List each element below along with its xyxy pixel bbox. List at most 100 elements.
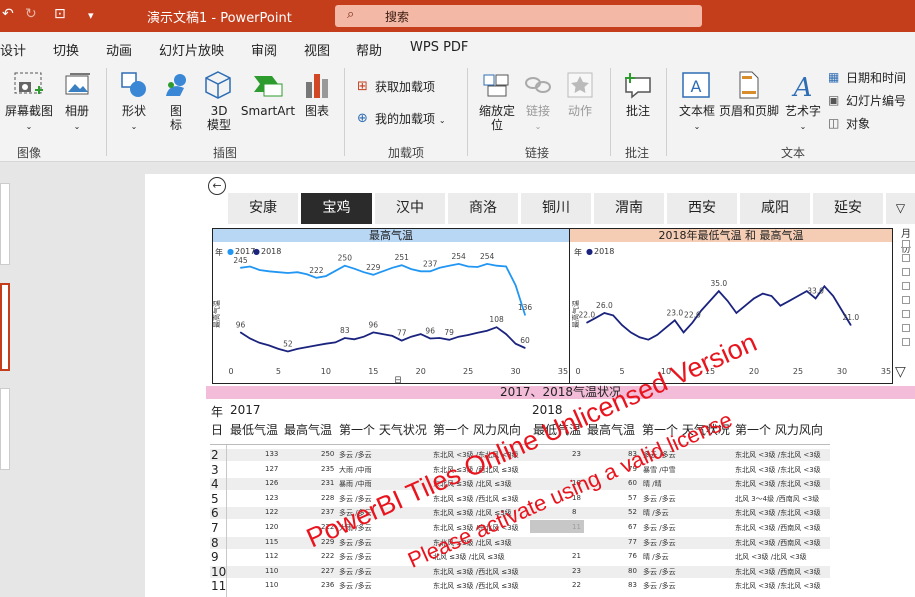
chart-2018-min-max[interactable]: 2018年最低气温 和 最高气温 年 ● 2018 最高气温 0 5 10 15 20 2… — [570, 228, 893, 384]
table-row[interactable]: 8 115 229 多云 /多云 东北风 ≤3级 /北风 ≤3级 77 多云 /多云 东北风 … — [210, 536, 830, 550]
filter-icon[interactable]: ▽ — [895, 364, 906, 380]
data-point — [296, 348, 298, 350]
table-header-divider — [210, 444, 830, 445]
action-icon — [567, 72, 593, 98]
data-label: 52 — [283, 339, 293, 348]
cell-min18: 18 — [572, 479, 581, 488]
customize-qat-icon[interactable]: ▾ — [88, 9, 94, 22]
tab-view[interactable]: 视图 — [304, 40, 330, 59]
tab-review[interactable]: 审阅 — [251, 40, 277, 59]
tab-wps-pdf[interactable]: WPS PDF — [410, 40, 468, 55]
x-tick-label: 0 — [228, 367, 233, 376]
smartart-button[interactable]: SmartArt — [240, 104, 296, 118]
city-slicer-filter-icon[interactable]: ▽ — [886, 193, 915, 224]
city-button-ankang[interactable]: 安康 — [228, 193, 298, 224]
data-point — [586, 322, 588, 324]
search-box[interactable]: ⌕ 搜索 — [335, 5, 702, 27]
slide-thumbnail-selected[interactable] — [0, 283, 10, 371]
zoom-button[interactable]: 缩放定 位 — [476, 104, 518, 132]
month-checkbox[interactable] — [902, 338, 910, 346]
cell-w18: 暴雪 /中雪 — [643, 465, 676, 474]
icons-button[interactable]: 图 标 — [164, 104, 188, 132]
x-tick-label: 25 — [793, 367, 803, 376]
cell-min18: 18 — [572, 493, 581, 502]
wordart-button[interactable]: 艺术字 ⌄ — [783, 104, 823, 134]
table-row[interactable]: 9 112 222 多云 /多云 北风 ≤3级 /北风 ≤3级 21 76 晴 /多云 北风 <… — [210, 550, 830, 564]
city-button-xianyang[interactable]: 咸阳 — [740, 193, 810, 224]
datetime-button[interactable]: 日期和时间 — [846, 71, 906, 85]
month-checkbox[interactable] — [902, 296, 910, 304]
slide-thumbnail[interactable] — [0, 183, 10, 265]
tab-animations[interactable]: 动画 — [106, 40, 132, 59]
table-row[interactable]: 3 127 235 大雨 /中雨 东北风 ≤3级 /西北风 ≤3级 79 暴雪 /中雪 东北风… — [210, 463, 830, 477]
header-footer-button[interactable]: 页眉和页脚 — [716, 104, 782, 118]
city-button-yanan[interactable]: 延安 — [813, 193, 883, 224]
month-checkbox[interactable] — [902, 282, 910, 290]
my-addins-button[interactable]: 我的加载项 ⌄ — [375, 112, 446, 128]
cell-min18: 22 — [572, 581, 581, 590]
textbox-button[interactable]: 文本框 ⌄ — [676, 104, 718, 134]
cell-min18: 23 — [572, 450, 581, 458]
city-button-xian[interactable]: 西安 — [667, 193, 737, 224]
tab-help[interactable]: 帮助 — [356, 40, 382, 59]
month-checkbox[interactable] — [902, 254, 910, 262]
object-button[interactable]: 对象 — [846, 117, 870, 131]
table-row[interactable]: 11 110 236 多云 /多云 东北风 ≤3级 /西北风 ≤3级 22 83 多云 /多云… — [210, 579, 830, 593]
table-row[interactable]: 5 123 228 多云 /多云 东北风 ≤3级 /西北风 ≤3级 18 57 多云 /多云 北… — [210, 492, 830, 506]
x-tick-label: 20 — [416, 367, 426, 376]
data-point — [477, 266, 479, 268]
undo-icon[interactable]: ↶ — [2, 6, 14, 22]
city-button-shangluo[interactable]: 商洛 — [448, 193, 518, 224]
data-point — [735, 312, 737, 314]
link-button[interactable]: 链接 ⌄ — [521, 104, 555, 134]
data-label: 229 — [366, 263, 381, 272]
table-row[interactable]: 7120222大雨 /多云东北风 ≤3级 /东北风 <3级1167多云 /多云东… — [210, 521, 830, 535]
city-button-baoji[interactable]: 宝鸡 — [301, 193, 372, 224]
chart-button[interactable]: 图表 — [300, 104, 334, 118]
city-button-hanzhong[interactable]: 汉中 — [375, 193, 445, 224]
redo-icon[interactable]: ↻ — [25, 6, 37, 22]
link-label: 链接 — [525, 104, 550, 118]
month-checkbox[interactable] — [902, 268, 910, 276]
city-button-tongchuan[interactable]: 铜川 — [521, 193, 591, 224]
data-point — [344, 337, 346, 339]
month-checkbox[interactable] — [902, 240, 910, 248]
present-icon[interactable]: ⊡ — [54, 6, 66, 22]
screenshot-label: 屏幕截图 — [4, 104, 53, 118]
tab-slideshow[interactable]: 幻灯片放映 — [159, 40, 224, 59]
city-button-weinan[interactable]: 渭南 — [594, 193, 664, 224]
cell-wind17: 东北风 ≤3级 /北风 ≤3级 — [433, 538, 512, 547]
action-button[interactable]: 动作 — [562, 104, 598, 118]
chart-max-temp[interactable]: 最高气温 年 ● 2017 ● 2018 最高气温 0 5 10 15 20 25 30 35… — [212, 228, 570, 385]
tab-transitions[interactable]: 切换 — [53, 40, 79, 59]
table-row[interactable]: 10 110 227 多云 /多云 东北风 ≤3级 /西北风 ≤3级 23 80 多云 /多云… — [210, 565, 830, 579]
album-button[interactable]: 相册 ⌄ — [60, 104, 94, 134]
data-point — [325, 343, 327, 345]
month-checkbox[interactable] — [902, 310, 910, 318]
table-row[interactable]: 4 126 231 暴雨 /中雨 东北风 ≤3级 /北风 ≤3级 18 60 晴 /晴 东北风 … — [210, 477, 830, 491]
screenshot-button[interactable]: 屏幕截图 ⌄ — [4, 104, 54, 134]
data-point — [788, 300, 790, 302]
get-addins-button[interactable]: 获取加载项 — [375, 80, 435, 94]
comment-button[interactable]: 批注 — [621, 104, 655, 118]
data-label: 96 — [236, 320, 246, 329]
month-checkbox[interactable] — [902, 324, 910, 332]
x-tick-label: 0 — [575, 367, 580, 376]
tab-design[interactable]: 设计 — [0, 40, 26, 59]
cell-min17: 123 — [265, 493, 279, 502]
cell-wind18: 东北风 <3级 /西南风 <3级 — [735, 567, 821, 576]
slide-number-button[interactable]: 幻灯片编号 — [846, 94, 906, 108]
data-label: 251 — [395, 253, 410, 262]
thumbnail-pane[interactable] — [0, 163, 36, 597]
x-tick-label: 30 — [837, 367, 847, 376]
3d-model-button[interactable]: 3D 模型 — [200, 104, 238, 132]
year-2018-header: 2018 — [532, 403, 563, 417]
data-point — [296, 271, 298, 273]
table-row[interactable]: 2 133 250 多云 /多云 东北风 <3级 /东北风 <3级 23 83 多云 /多云 东… — [210, 448, 830, 462]
shapes-button[interactable]: 形状 ⌄ — [116, 104, 152, 134]
cell-max18: 77 — [628, 537, 637, 546]
table-row[interactable]: 6 122 237 多云 /多云 东北风 ≤3级 /北风 ≤3级 8 52 晴 /多云 东北风 … — [210, 506, 830, 520]
month-filter[interactable]: 月份 — [897, 225, 915, 365]
cell-wind17: 东北风 ≤3级 /东北风 <3级 — [433, 524, 519, 532]
slide-thumbnail[interactable] — [0, 388, 10, 470]
